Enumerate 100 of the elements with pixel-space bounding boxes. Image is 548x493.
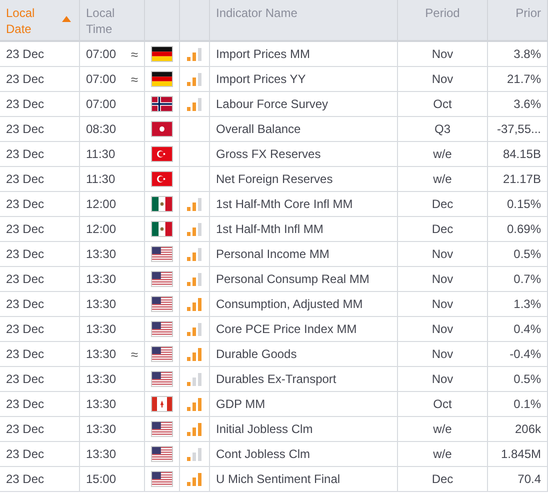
flag-icon [151, 171, 173, 187]
prior-cell: -0.4% [510, 347, 541, 361]
period-cell: Nov [432, 247, 454, 261]
indicator-name[interactable]: Durables Ex-Transport [216, 372, 336, 386]
time-cell: 07:00 [86, 47, 116, 61]
time-cell: 13:30 [86, 322, 116, 336]
time-cell: 13:30 [86, 297, 116, 311]
prior-cell: -37,55... [496, 122, 541, 136]
prior-cell: 1.3% [514, 297, 541, 311]
flag-icon [151, 71, 173, 87]
indicator-name[interactable]: Gross FX Reserves [216, 147, 321, 161]
prior-cell: 206k [514, 422, 541, 436]
flag-icon [151, 146, 173, 162]
column-header[interactable] [180, 0, 210, 42]
indicator-name[interactable]: Core PCE Price Index MM [216, 322, 357, 336]
time-cell: 13:30 [86, 397, 116, 411]
indicator-name[interactable]: Initial Jobless Clm [216, 422, 313, 436]
indicator-name[interactable]: Durable Goods [216, 347, 297, 361]
flag-icon [151, 471, 173, 487]
indicator-name[interactable]: Labour Force Survey [216, 97, 328, 111]
time-cell: 15:00 [86, 472, 116, 486]
indicator-name[interactable]: 1st Half-Mth Core Infl MM [216, 197, 353, 211]
time-cell: 12:00 [86, 222, 116, 236]
prior-cell: 1.845M [500, 447, 541, 461]
period-cell: Dec [432, 472, 454, 486]
prior-cell: 3.8% [514, 47, 541, 61]
period-cell: Dec [432, 197, 454, 211]
period-cell: Nov [432, 347, 454, 361]
time-cell: 13:30 [86, 347, 116, 361]
indicator-name[interactable]: 1st Half-Mth Infl MM [216, 222, 324, 236]
sort-ascending-icon[interactable] [62, 16, 71, 22]
time-cell: 08:30 [86, 122, 116, 136]
flag-icon [151, 96, 173, 112]
date-cell: 23 Dec [6, 347, 44, 361]
time-cell: 13:30 [86, 372, 116, 386]
period-cell: Nov [432, 47, 454, 61]
date-cell: 23 Dec [6, 472, 44, 486]
date-cell: 23 Dec [6, 372, 44, 386]
prior-cell: 0.1% [514, 397, 541, 411]
date-cell: 23 Dec [6, 222, 44, 236]
indicator-name[interactable]: Net Foreign Reserves [216, 172, 333, 186]
flag-icon [151, 46, 173, 62]
period-cell: Nov [432, 272, 454, 286]
column-header[interactable] [145, 0, 180, 42]
indicator-name[interactable]: Consumption, Adjusted MM [216, 297, 363, 311]
period-cell: Nov [432, 372, 454, 386]
period-cell: Nov [432, 322, 454, 336]
revised-marker: ≈ [130, 346, 138, 362]
flag-icon [151, 421, 173, 437]
time-cell: 07:00 [86, 72, 116, 86]
prior-cell: 0.5% [514, 247, 541, 261]
date-cell: 23 Dec [6, 72, 44, 86]
indicator-name[interactable]: Import Prices MM [216, 47, 310, 61]
indicator-name[interactable]: Overall Balance [216, 122, 301, 136]
time-cell: 12:00 [86, 197, 116, 211]
indicator-name[interactable]: Personal Income MM [216, 247, 330, 261]
indicator-name[interactable]: Personal Consump Real MM [216, 272, 370, 286]
time-cell: 11:30 [86, 147, 116, 161]
prior-cell: 0.4% [514, 322, 541, 336]
prior-cell: 21.7% [506, 72, 541, 86]
period-cell: w/e [433, 447, 452, 461]
time-cell: 13:30 [86, 272, 116, 286]
flag-icon [151, 296, 173, 312]
time-cell: 13:30 [86, 422, 116, 436]
date-cell: 23 Dec [6, 322, 44, 336]
prior-cell: 3.6% [514, 97, 541, 111]
date-cell: 23 Dec [6, 97, 44, 111]
flag-icon [151, 196, 173, 212]
date-cell: 23 Dec [6, 297, 44, 311]
prior-cell: 0.5% [514, 372, 541, 386]
flag-icon [151, 121, 173, 137]
flag-icon [151, 321, 173, 337]
flag-icon [151, 371, 173, 387]
period-cell: w/e [433, 422, 452, 436]
flag-icon [151, 221, 173, 237]
date-cell: 23 Dec [6, 122, 44, 136]
indicator-name[interactable]: Cont Jobless Clm [216, 447, 310, 461]
date-cell: 23 Dec [6, 447, 44, 461]
date-cell: 23 Dec [6, 247, 44, 261]
period-cell: Nov [432, 297, 454, 311]
time-cell: 07:00 [86, 97, 116, 111]
flag-icon [151, 246, 173, 262]
indicator-name[interactable]: U Mich Sentiment Final [216, 472, 340, 486]
prior-cell: 0.7% [514, 272, 541, 286]
prior-cell: 84.15B [502, 147, 541, 161]
date-cell: 23 Dec [6, 272, 44, 286]
prior-cell: 70.4 [518, 472, 541, 486]
indicator-name[interactable]: Import Prices YY [216, 72, 306, 86]
indicator-name[interactable]: GDP MM [216, 397, 266, 411]
period-cell: Oct [433, 97, 452, 111]
flag-icon [151, 271, 173, 287]
period-cell: Q3 [434, 122, 450, 136]
date-cell: 23 Dec [6, 422, 44, 436]
revised-marker: ≈ [130, 46, 138, 62]
revised-marker: ≈ [130, 72, 138, 86]
flag-icon [151, 346, 173, 362]
time-cell: 13:30 [86, 247, 116, 261]
flag-icon [151, 396, 173, 412]
prior-cell: 21.17B [502, 172, 541, 186]
date-cell: 23 Dec [6, 172, 44, 186]
